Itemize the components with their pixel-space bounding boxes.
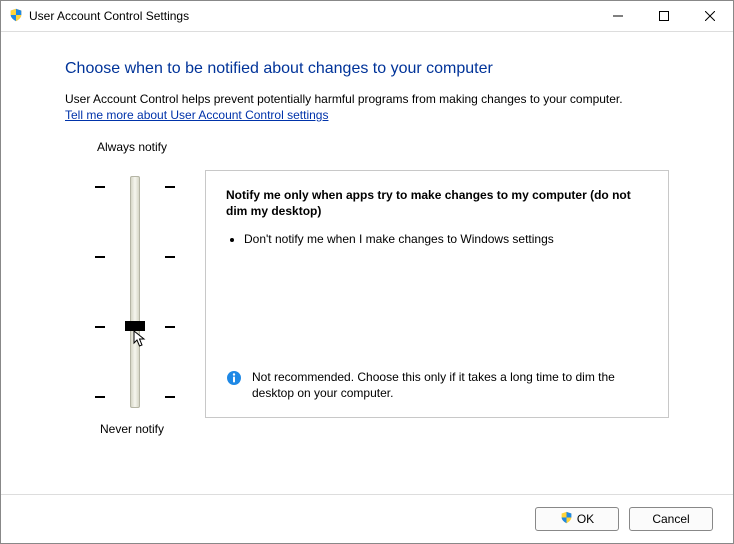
maximize-button[interactable]	[641, 1, 687, 31]
info-icon	[226, 370, 242, 390]
slider-label-always: Always notify	[59, 140, 205, 154]
level-description-panel: Notify me only when apps try to make cha…	[205, 170, 669, 418]
uac-shield-icon	[9, 8, 23, 25]
page-description: User Account Control helps prevent poten…	[65, 92, 689, 106]
window-title: User Account Control Settings	[29, 9, 189, 23]
learn-more-link[interactable]: Tell me more about User Account Control …	[65, 108, 328, 122]
content-area: Choose when to be notified about changes…	[1, 32, 733, 436]
titlebar: User Account Control Settings	[1, 1, 733, 32]
slider-label-never: Never notify	[59, 422, 205, 436]
slider-tick	[65, 256, 205, 258]
slider-tick	[65, 396, 205, 398]
slider-track	[130, 176, 140, 408]
level-bullet-list: Don't notify me when I make changes to W…	[244, 231, 648, 247]
uac-settings-window: User Account Control Settings Choose whe…	[0, 0, 734, 544]
notification-level-slider[interactable]	[65, 168, 205, 416]
close-button[interactable]	[687, 1, 733, 31]
slider-column: Always notify Never notify	[65, 140, 205, 436]
level-note-text: Not recommended. Choose this only if it …	[252, 369, 648, 401]
uac-shield-icon	[560, 511, 573, 527]
dialog-footer: OK Cancel	[1, 494, 733, 543]
cancel-button[interactable]: Cancel	[629, 507, 713, 531]
cancel-button-label: Cancel	[652, 512, 689, 526]
page-heading: Choose when to be notified about changes…	[65, 60, 689, 78]
level-note: Not recommended. Choose this only if it …	[226, 369, 648, 401]
level-bullet-item: Don't notify me when I make changes to W…	[244, 231, 648, 247]
slider-tick	[65, 186, 205, 188]
level-title: Notify me only when apps try to make cha…	[226, 187, 648, 219]
minimize-button[interactable]	[595, 1, 641, 31]
ok-button-label: OK	[577, 512, 594, 526]
ok-button[interactable]: OK	[535, 507, 619, 531]
slider-thumb[interactable]	[125, 321, 145, 331]
